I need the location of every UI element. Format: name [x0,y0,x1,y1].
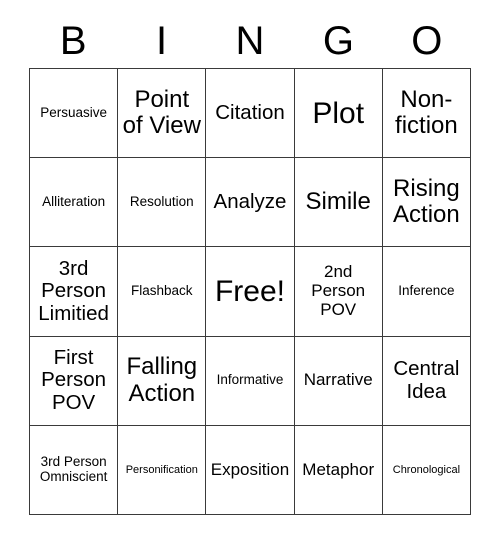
bingo-cell-label: Metaphor [302,459,375,479]
bingo-cell-label: Non- fiction [395,85,458,140]
bingo-cell-label: Alliteration [42,193,106,209]
bingo-cell[interactable]: First Person POV [30,336,119,426]
bingo-cell[interactable]: Alliteration [30,158,119,248]
bingo-cell-label: First Person POV [41,345,107,414]
bingo-cell[interactable]: Rising Action [382,158,471,248]
bingo-card: B I N G O Persuasive Point of View Citatio… [29,14,471,515]
bingo-cell[interactable]: Metaphor [294,425,383,515]
bingo-header-letter-g: G [322,19,354,63]
bingo-cell-label: 2nd Person POV [311,262,366,319]
bingo-cell[interactable]: Flashback [118,247,207,337]
bingo-cell-label: Informative [216,372,284,388]
bingo-cell[interactable]: Inference [382,247,471,337]
bingo-cell[interactable]: 3rd Person Limitied [30,247,119,337]
bingo-cell-label: Analyze [213,190,287,213]
bingo-cell[interactable]: Simile [294,158,383,248]
bingo-cell[interactable]: Non- fiction [382,69,471,159]
bingo-cell[interactable]: Free! [206,247,295,337]
bingo-cell-label: Exposition [210,459,290,479]
bingo-cell[interactable]: 2nd Person POV [294,247,383,337]
bingo-grid: Persuasive Point of View Citation Plot Non- … [29,68,471,515]
bingo-cell[interactable]: Personification [118,425,207,515]
bingo-cell-label: Narrative [303,370,373,390]
bingo-cell[interactable]: 3rd Person Omniscient [30,425,119,515]
bingo-cell[interactable]: Analyze [206,158,295,248]
bingo-cell-label: Simile [305,188,371,216]
bingo-cell[interactable]: Citation [206,69,295,159]
bingo-cell[interactable]: Central Idea [382,336,471,426]
bingo-cell[interactable]: Resolution [118,158,207,248]
bingo-cell-label: 3rd Person Omniscient [39,454,108,484]
bingo-cell-label: Inference [398,283,455,299]
bingo-cell[interactable]: Chronological [382,425,471,515]
bingo-header-letter-n: N [235,19,265,63]
bingo-cell-label: Central Idea [393,357,460,403]
bingo-cell-label: Persuasive [40,104,107,120]
bingo-cell[interactable]: Falling Action [118,336,207,426]
bingo-cell-label: Rising Action [393,174,460,229]
bingo-cell[interactable]: Point of View [118,69,207,159]
bingo-cell-label: Point of View [122,85,201,140]
bingo-header-row: B I N G O [29,14,471,68]
bingo-cell-label: Plot [312,96,365,130]
bingo-header-letter-o: O [411,19,443,63]
bingo-cell[interactable]: Plot [294,69,383,159]
bingo-cell-label: 3rd Person Limitied [38,256,109,325]
bingo-cell-label: Falling Action [126,353,198,407]
bingo-cell-label: Flashback [131,283,193,299]
bingo-cell-label: Personification [125,463,198,476]
bingo-cell-label: Chronological [392,463,461,476]
bingo-cell-label: Citation [215,100,285,124]
bingo-cell-label: Resolution [129,193,194,209]
bingo-cell[interactable]: Persuasive [30,69,119,159]
bingo-cell[interactable]: Exposition [206,425,295,515]
bingo-cell-label: Free! [214,274,285,308]
bingo-cell[interactable]: Narrative [294,336,383,426]
bingo-cell[interactable]: Informative [206,336,295,426]
bingo-header-letter-i: I [156,19,168,63]
bingo-header-letter-b: B [59,19,87,63]
